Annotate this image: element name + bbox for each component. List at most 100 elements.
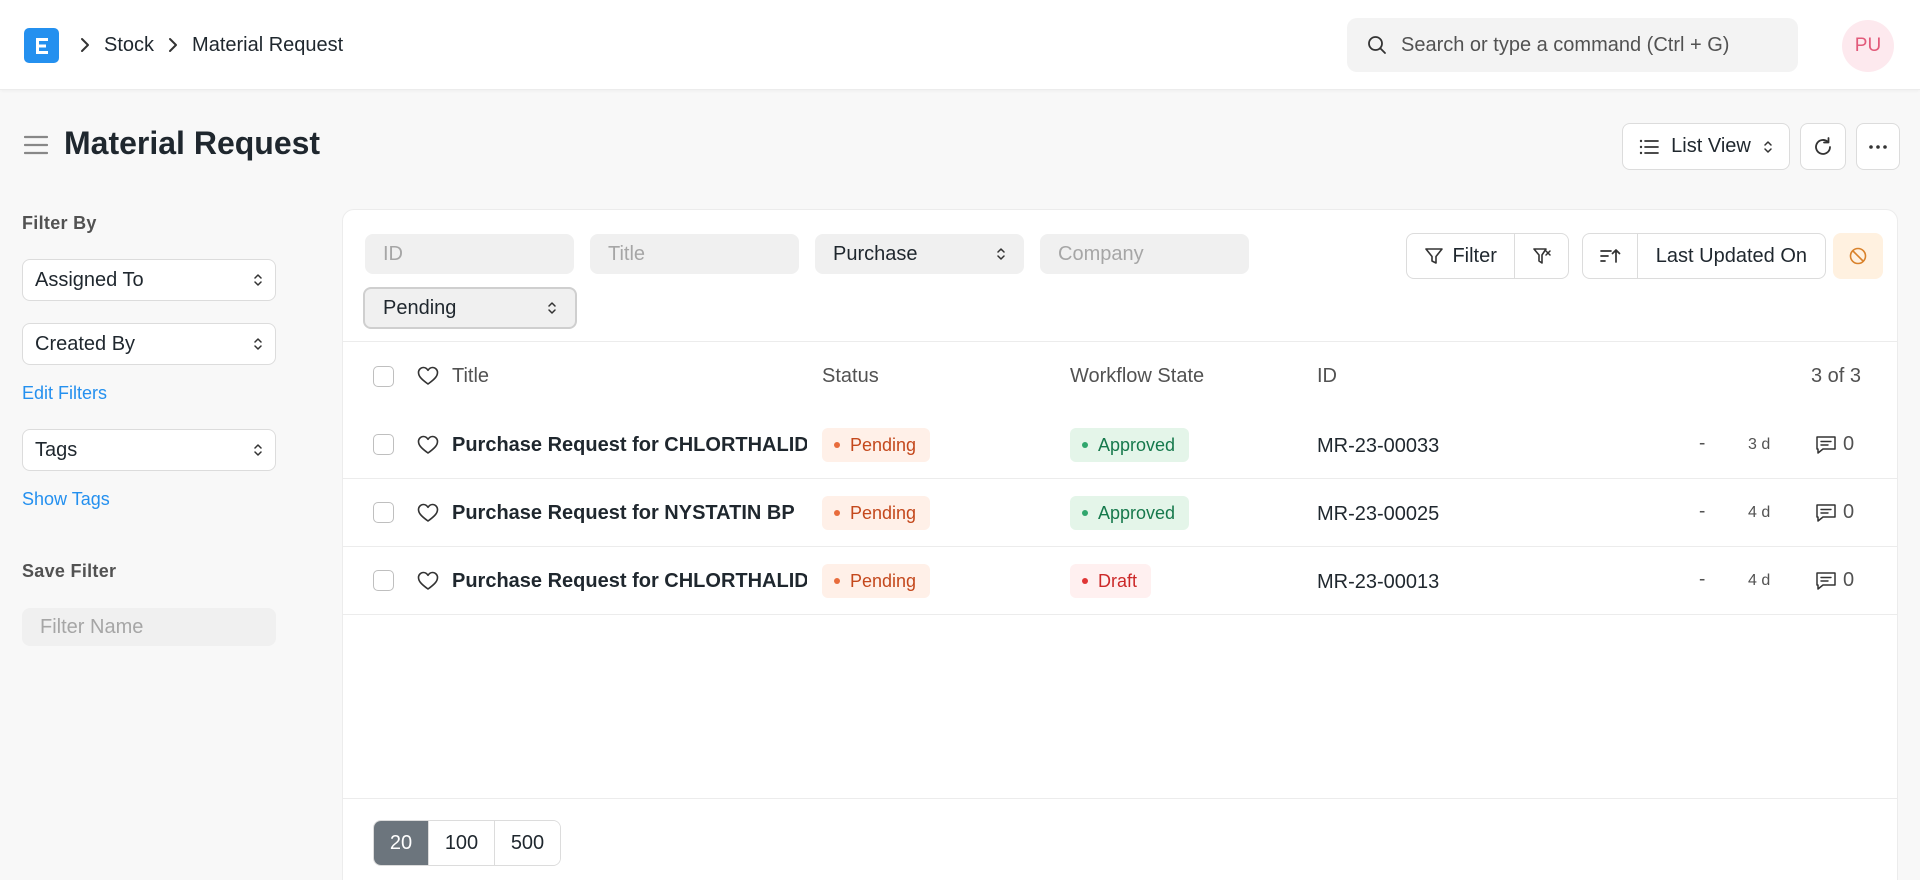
page-size-100-button[interactable]: 100 — [428, 821, 494, 865]
app-logo-icon[interactable] — [24, 28, 59, 63]
column-status[interactable]: Status — [822, 365, 879, 388]
column-id[interactable]: ID — [1317, 365, 1337, 388]
status-filter-select[interactable]: Pending — [363, 287, 577, 329]
status-filter-value: Pending — [383, 296, 457, 319]
type-filter-select[interactable]: Purchase — [815, 234, 1024, 274]
comment-count-value: 0 — [1843, 433, 1855, 455]
status-badge: Pending — [822, 496, 931, 530]
workflow-state-text: Approved — [1098, 434, 1176, 455]
modified-time: 3 d — [1748, 436, 1771, 453]
refresh-icon — [1812, 136, 1834, 158]
status-text: Pending — [850, 434, 917, 455]
column-title[interactable]: Title — [452, 365, 489, 388]
status-badge: Pending — [822, 428, 931, 462]
id-filter-placeholder: ID — [383, 242, 403, 265]
comment-count[interactable]: 0 — [1815, 501, 1854, 524]
page-size-500-button[interactable]: 500 — [494, 821, 560, 865]
title-filter-input[interactable]: Title — [590, 234, 799, 274]
assigned-placeholder: - — [1699, 501, 1706, 522]
cancel-button[interactable] — [1833, 233, 1883, 279]
heart-icon[interactable] — [417, 435, 439, 455]
list-view-label: List View — [1671, 135, 1751, 157]
more-icon — [1868, 144, 1888, 150]
company-filter-input[interactable]: Company — [1040, 234, 1249, 274]
filter-button-group: Filter — [1406, 233, 1569, 279]
breadcrumb-stock[interactable]: Stock — [104, 34, 154, 57]
select-arrows-icon — [253, 336, 263, 352]
chevron-right-icon — [168, 37, 178, 53]
row-id: MR-23-00025 — [1317, 503, 1440, 525]
search-input[interactable]: Search or type a command (Ctrl + G) — [1347, 18, 1798, 72]
heart-icon[interactable] — [417, 503, 439, 523]
sort-by-label: Last Updated On — [1655, 244, 1807, 267]
modified-time: 4 d — [1748, 504, 1771, 521]
divider — [343, 341, 1897, 342]
page-title: Material Request — [64, 125, 321, 161]
sidebar-toggle-icon[interactable] — [24, 134, 48, 156]
more-actions-button[interactable] — [1856, 123, 1900, 170]
heart-icon[interactable] — [417, 366, 439, 386]
created-by-label: Created By — [35, 332, 136, 355]
sort-by-button[interactable]: Last Updated On — [1636, 234, 1825, 278]
breadcrumb-material-request[interactable]: Material Request — [192, 34, 343, 57]
edit-filters-link[interactable]: Edit Filters — [22, 383, 107, 404]
clear-filters-button[interactable] — [1514, 234, 1568, 278]
row-title-link[interactable]: Purchase Request for CHLORTHALIDONE — [452, 570, 807, 593]
assigned-placeholder: - — [1699, 569, 1706, 590]
comment-count-value: 0 — [1843, 569, 1855, 591]
filter-name-input[interactable]: Filter Name — [22, 608, 276, 646]
tags-select[interactable]: Tags — [22, 429, 276, 471]
table-header: Title Status Workflow State ID 3 of 3 — [343, 343, 1897, 411]
select-arrows-icon — [996, 246, 1006, 262]
search-icon — [1367, 35, 1401, 55]
filter-button[interactable]: Filter — [1407, 234, 1514, 278]
table-row[interactable]: Purchase Request for CHLORTHALIDONE Pend… — [343, 547, 1897, 615]
row-id: MR-23-00013 — [1317, 571, 1440, 593]
search-placeholder: Search or type a command (Ctrl + G) — [1401, 33, 1730, 56]
page-length-selector: 20 100 500 — [373, 820, 561, 866]
type-filter-value: Purchase — [833, 242, 918, 265]
cancel-icon — [1848, 246, 1868, 266]
filter-label: Filter — [1452, 244, 1497, 267]
row-checkbox[interactable] — [373, 502, 394, 523]
select-arrows-icon — [547, 300, 557, 316]
refresh-button[interactable] — [1800, 123, 1846, 170]
table-row[interactable]: Purchase Request for CHLORTHALIDONE Pend… — [343, 411, 1897, 479]
workflow-state-badge: Draft — [1070, 564, 1152, 598]
comment-icon — [1815, 571, 1843, 591]
breadcrumb: Stock Material Request — [80, 30, 343, 60]
heart-icon[interactable] — [417, 571, 439, 591]
select-arrows-icon — [1763, 139, 1773, 155]
table-row[interactable]: Purchase Request for NYSTATIN BP Pending… — [343, 479, 1897, 547]
list-view-button[interactable]: List View — [1622, 123, 1790, 170]
record-count: 3 of 3 — [1810, 365, 1861, 387]
row-title-link[interactable]: Purchase Request for CHLORTHALIDONE — [452, 434, 807, 457]
page-size-20-button[interactable]: 20 — [374, 821, 428, 865]
status-text: Pending — [850, 570, 917, 591]
comment-icon — [1815, 435, 1843, 455]
sort-order-button[interactable] — [1583, 234, 1637, 278]
row-checkbox[interactable] — [373, 434, 394, 455]
save-filter-label: Save Filter — [22, 561, 117, 581]
show-tags-link[interactable]: Show Tags — [22, 489, 110, 510]
assigned-placeholder: - — [1699, 433, 1706, 454]
workflow-state-text: Draft — [1098, 570, 1138, 591]
created-by-select[interactable]: Created By — [22, 323, 276, 365]
row-title-link[interactable]: Purchase Request for NYSTATIN BP — [452, 502, 807, 525]
comment-count[interactable]: 0 — [1815, 569, 1854, 592]
comment-count[interactable]: 0 — [1815, 433, 1854, 456]
divider — [343, 798, 1897, 799]
id-filter-input[interactable]: ID — [365, 234, 574, 274]
company-filter-placeholder: Company — [1058, 242, 1144, 265]
comment-count-value: 0 — [1843, 501, 1855, 523]
workflow-state-text: Approved — [1098, 502, 1176, 523]
title-filter-placeholder: Title — [608, 242, 646, 265]
assigned-to-select[interactable]: Assigned To — [22, 259, 276, 301]
sort-ascending-icon — [1599, 247, 1621, 265]
select-all-checkbox[interactable] — [373, 366, 394, 387]
avatar[interactable]: PU — [1842, 20, 1894, 72]
column-workflow-state[interactable]: Workflow State — [1070, 365, 1204, 388]
row-checkbox[interactable] — [373, 570, 394, 591]
status-badge: Pending — [822, 564, 931, 598]
navbar: Stock Material Request Search or type a … — [0, 0, 1920, 90]
